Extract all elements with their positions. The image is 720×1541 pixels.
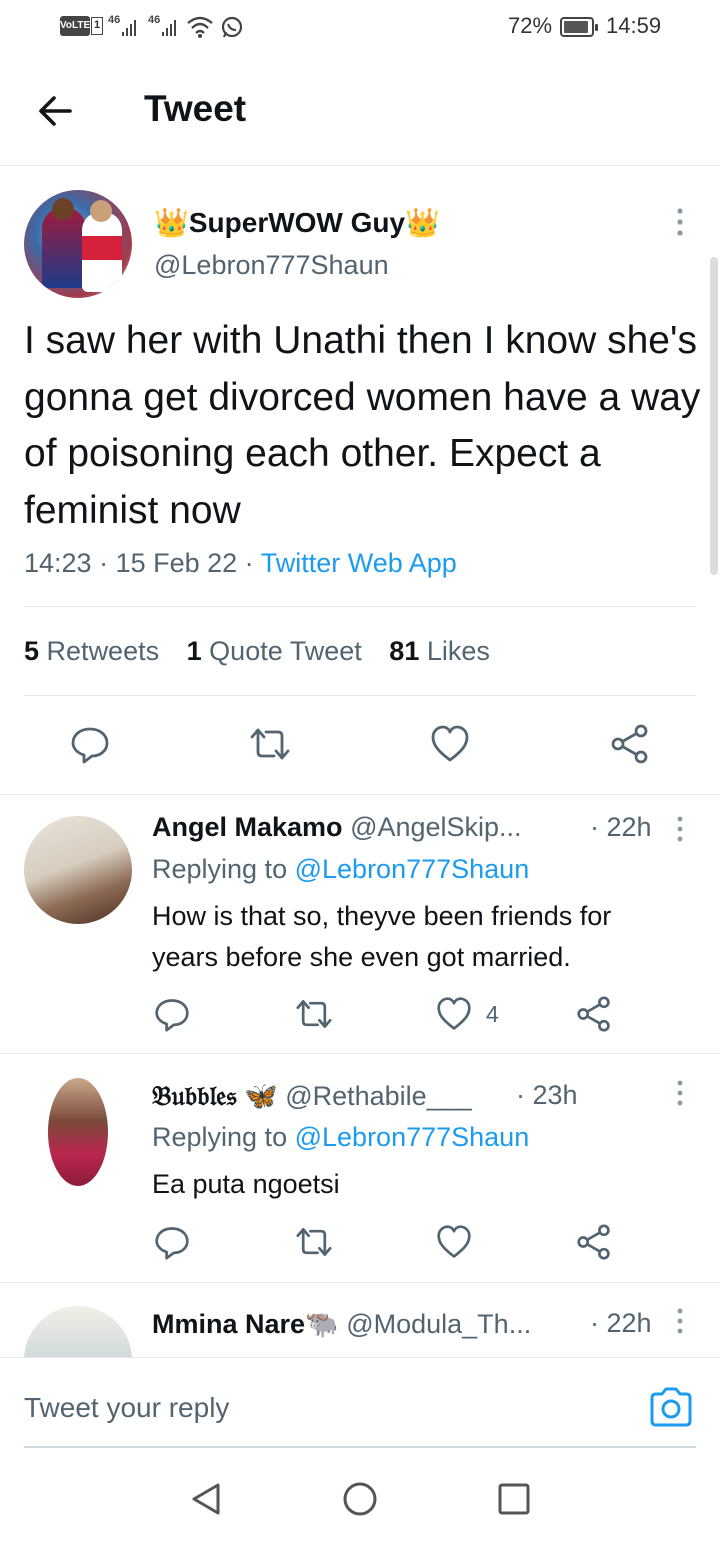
reply-text: Ea puta ngoetsi	[152, 1169, 340, 1199]
likes-stat[interactable]: 81 Likes	[389, 636, 490, 666]
tweet-time: 14:23	[24, 548, 92, 578]
triangle-back-icon[interactable]	[186, 1479, 226, 1519]
tweet-text: I saw her with Unathi then I know she's …	[24, 319, 701, 532]
divider	[0, 794, 720, 795]
divider	[0, 1053, 720, 1054]
reply-text: How is that so, theyve been friends for …	[152, 901, 612, 972]
divider	[24, 606, 696, 607]
reply-avatar[interactable]	[48, 1078, 108, 1186]
reply-icon[interactable]	[70, 724, 110, 764]
reply-author-handle: @AngelSkip...	[350, 812, 522, 842]
replying-to: Replying to @Lebron777Shaun	[152, 854, 530, 884]
reply-time: · 22h	[590, 812, 652, 842]
avatar-head-2	[90, 200, 112, 222]
author-handle[interactable]: @Lebron777Shaun	[154, 250, 389, 281]
reply-author-name: Mmina Nare	[152, 1309, 306, 1339]
arrow-left-icon[interactable]	[32, 90, 80, 132]
heart-icon[interactable]	[430, 724, 470, 764]
reply-author-handle: @Rethabile___	[285, 1081, 472, 1111]
butterfly-emoji: 🦋	[244, 1081, 278, 1111]
more-vertical-icon[interactable]	[668, 814, 692, 844]
avatar-head-1	[52, 198, 74, 220]
author-avatar[interactable]	[24, 190, 132, 298]
reply-author[interactable]: Angel Makamo @AngelSkip...	[152, 812, 522, 843]
sim-slot-icon: 1	[91, 17, 103, 35]
reply-icon[interactable]	[154, 1224, 190, 1260]
circle-home-icon[interactable]	[340, 1479, 380, 1519]
replying-to-link[interactable]: @Lebron777Shaun	[295, 1122, 530, 1152]
tweet-date: 15 Feb 22	[115, 548, 238, 578]
reply-author-handle: @Modula_Th...	[346, 1309, 532, 1339]
replying-to: Replying to @Lebron777Shaun	[152, 1122, 530, 1152]
heart-icon[interactable]	[436, 996, 472, 1032]
retweets-stat[interactable]: 5 Retweets	[24, 636, 159, 666]
divider	[24, 695, 696, 696]
retweet-icon[interactable]	[296, 1224, 332, 1260]
avatar-figure-1	[42, 208, 86, 288]
more-vertical-icon[interactable]	[668, 1078, 692, 1108]
tweet-source-link[interactable]: Twitter Web App	[261, 548, 457, 578]
clock: 14:59	[606, 13, 662, 38]
network-type-1: 46	[108, 14, 121, 26]
top-app-bar: Tweet	[0, 56, 720, 166]
reply-author-name: Angel Makamo	[152, 812, 343, 842]
reply-time: · 23h	[516, 1080, 578, 1110]
reply-author[interactable]: Mmina Nare🐃 @Modula_Th...	[152, 1308, 531, 1340]
quote-tweets-stat[interactable]: 1 Quote Tweet	[187, 636, 362, 666]
status-bar: VoLTE 1 46 46 72% 14:59	[0, 0, 720, 56]
volte-icon: VoLTE	[60, 16, 90, 36]
page-title: Tweet	[144, 88, 247, 129]
reply-author[interactable]: 𝔅𝔲𝔟𝔟𝔩𝔢𝔰 🦋 @Rethabile___	[152, 1080, 472, 1113]
tweet-meta: 14:23 · 15 Feb 22 · Twitter Web App	[24, 548, 457, 578]
retweet-icon[interactable]	[250, 724, 290, 764]
heart-icon[interactable]	[436, 1224, 472, 1260]
reply-composer: Tweet your reply	[0, 1357, 720, 1453]
reply-input[interactable]: Tweet your reply	[24, 1392, 229, 1424]
reply-input-underline	[24, 1446, 696, 1448]
signal-bars-icon	[122, 18, 136, 36]
battery-icon	[560, 17, 598, 37]
camera-icon[interactable]	[648, 1386, 694, 1428]
crown-emoji: 👑	[154, 207, 189, 238]
wifi-whatsapp-icons	[187, 16, 243, 38]
system-nav-bar	[0, 1455, 720, 1541]
share-icon[interactable]	[576, 1224, 612, 1260]
share-icon[interactable]	[610, 724, 650, 764]
reply-icon[interactable]	[154, 996, 190, 1032]
square-recent-icon[interactable]	[494, 1479, 534, 1519]
ox-emoji: 🐃	[305, 1309, 339, 1339]
avatar-figure-2	[82, 212, 122, 292]
battery-percent: 72%	[508, 13, 553, 38]
scrollbar[interactable]	[710, 257, 718, 575]
reply-avatar[interactable]	[24, 816, 132, 924]
author-name[interactable]: 👑SuperWOW Guy👑	[154, 206, 440, 239]
more-vertical-icon[interactable]	[668, 206, 692, 238]
retweet-icon[interactable]	[296, 996, 332, 1032]
share-icon[interactable]	[576, 996, 612, 1032]
reply-author-name: 𝔅𝔲𝔟𝔟𝔩𝔢𝔰	[152, 1081, 237, 1111]
divider	[0, 1282, 720, 1283]
signal-bars-icon	[162, 18, 176, 36]
like-count: 4	[486, 1001, 499, 1027]
replying-to-link[interactable]: @Lebron777Shaun	[295, 854, 530, 884]
more-vertical-icon[interactable]	[668, 1306, 692, 1336]
network-type-2: 46	[148, 14, 161, 26]
tweet-stats: 5 Retweets 1 Quote Tweet 81 Likes	[24, 636, 490, 667]
crown-emoji: 👑	[405, 207, 440, 238]
author-name-text: SuperWOW Guy	[188, 207, 406, 238]
reply-time: · 22h	[590, 1308, 652, 1338]
